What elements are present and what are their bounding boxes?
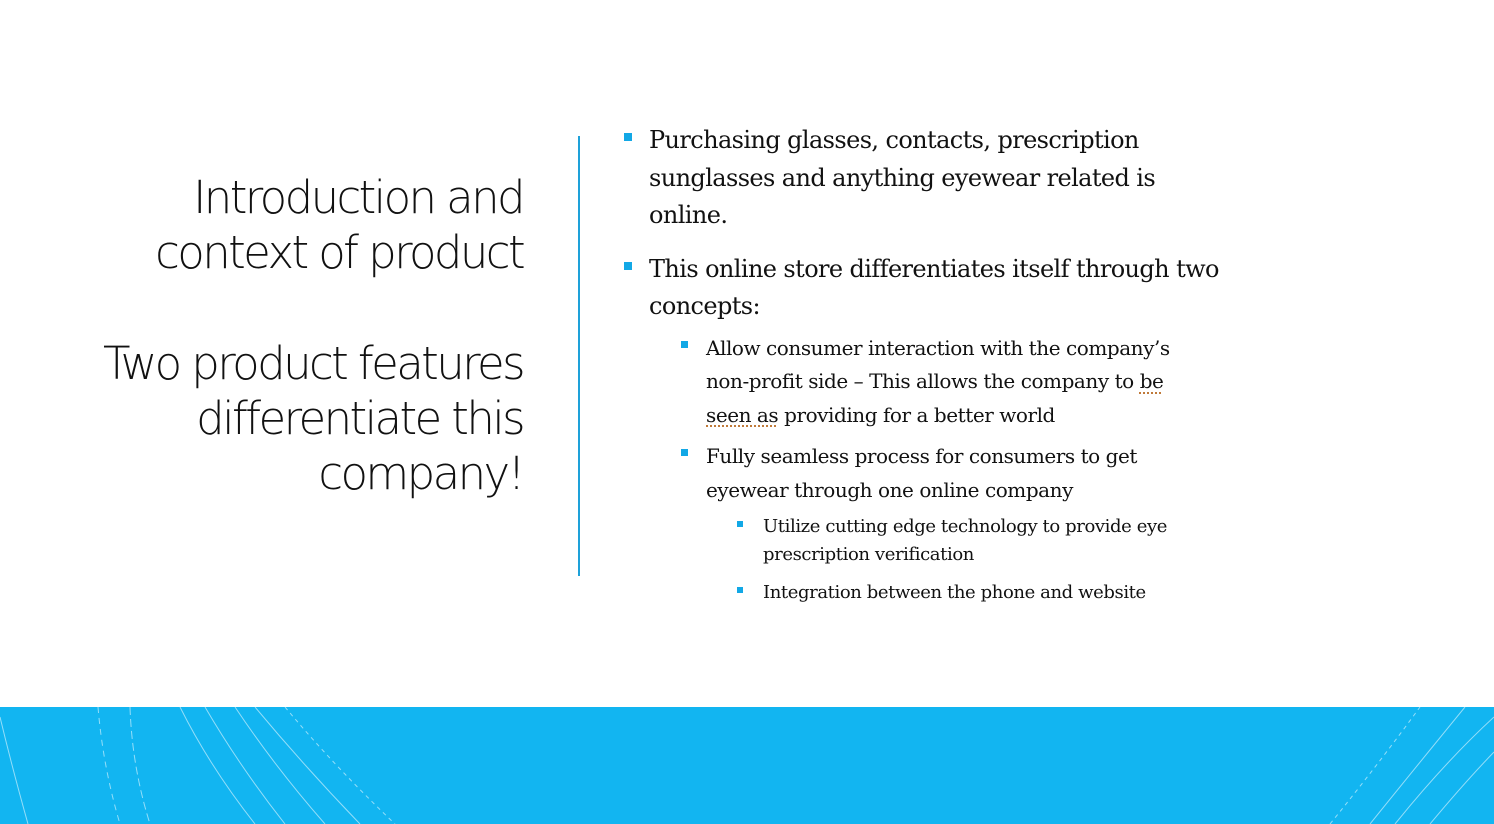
- sub-bullet-item: Allow consumer interaction with the comp…: [620, 332, 1310, 433]
- bullet-text: This online store differentiates itself …: [649, 254, 1220, 283]
- square-bullet-icon: [624, 133, 632, 141]
- square-bullet-icon: [737, 587, 743, 593]
- sub-bullet-item: Fully seamless process for consumers to …: [620, 440, 1310, 507]
- bullet-text: non-profit side – This allows the compan…: [706, 369, 1140, 393]
- subtitle-line: Two product features: [103, 337, 526, 390]
- bullet-text-line: non-profit side – This allows the compan…: [706, 365, 1310, 399]
- bullet-text: Fully seamless process for consumers to …: [706, 444, 1138, 468]
- bullet-text: sunglasses and anything eyewear related …: [649, 163, 1156, 192]
- bullet-text: Allow consumer interaction with the comp…: [706, 335, 1170, 360]
- footer-band: [0, 707, 1494, 824]
- spellcheck-marked-text: be: [1139, 369, 1164, 393]
- square-bullet-icon: [737, 521, 743, 527]
- slide-title: Introduction and context of product Two …: [60, 170, 526, 501]
- sub-sub-bullet-item: Utilize cutting edge technology to provi…: [620, 513, 1310, 569]
- bullet-text: online.: [649, 201, 728, 229]
- spellcheck-marked-text: seen as: [706, 402, 779, 427]
- title-line: context of product: [155, 226, 525, 279]
- slide: Introduction and context of product Two …: [0, 0, 1494, 824]
- bullet-text: providing for a better world: [778, 402, 1055, 427]
- decorative-arcs: [0, 707, 1494, 824]
- bullet-text: Utilize cutting edge technology to provi…: [763, 516, 1167, 537]
- vertical-divider: [578, 136, 580, 576]
- square-bullet-icon: [624, 261, 632, 270]
- square-bullet-icon: [681, 340, 688, 348]
- bullet-text: Purchasing glasses, contacts, prescripti…: [649, 126, 1139, 154]
- square-bullet-icon: [681, 449, 688, 456]
- subtitle-line: differentiate this: [196, 392, 525, 445]
- bullet-text-line: seen as providing for a better world: [706, 399, 1310, 433]
- sub-sub-bullet-item: Integration between the phone and websit…: [620, 579, 1310, 607]
- bullet-text: eyewear through one online company: [706, 477, 1073, 502]
- bullet-text: Integration between the phone and websit…: [763, 582, 1146, 603]
- subtitle-line: company!: [318, 447, 525, 500]
- bullet-item: Purchasing glasses, contacts, prescripti…: [620, 122, 1310, 235]
- bullet-text: prescription verification: [763, 544, 974, 565]
- bullet-text: concepts:: [649, 292, 761, 320]
- bullet-item: This online store differentiates itself …: [620, 251, 1310, 326]
- slide-body: Purchasing glasses, contacts, prescripti…: [620, 122, 1310, 607]
- title-spacer: [60, 280, 523, 336]
- title-line: Introduction and: [193, 171, 525, 224]
